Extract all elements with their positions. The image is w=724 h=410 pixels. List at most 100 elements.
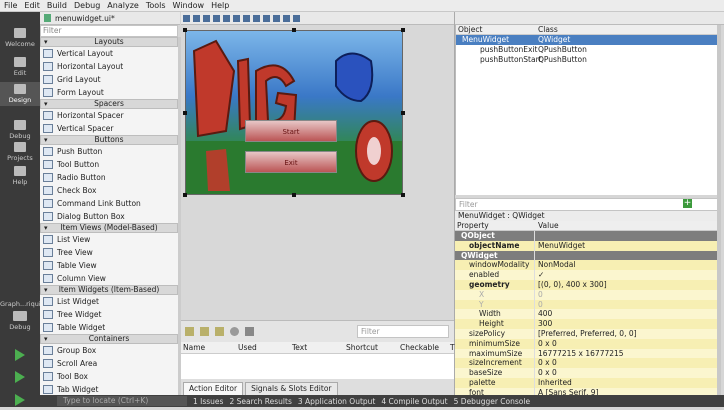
- menu-analyze[interactable]: Analyze: [107, 1, 139, 10]
- widget-category[interactable]: Item Widgets (Item-Based): [40, 285, 178, 295]
- mode-welcome[interactable]: Welcome: [0, 26, 40, 50]
- property-section[interactable]: QObject: [455, 231, 719, 241]
- widget-item[interactable]: Radio Button: [40, 171, 178, 184]
- widget-item[interactable]: Column View: [40, 272, 178, 285]
- property-row[interactable]: sizePolicy [Preferred, Preferred, 0, 0]: [455, 328, 719, 339]
- property-row[interactable]: Y0: [455, 299, 719, 310]
- edit-signals-icon[interactable]: [193, 14, 200, 22]
- widget-item[interactable]: Tab Widget: [40, 383, 178, 395]
- configure-icon[interactable]: [245, 327, 254, 336]
- column-header[interactable]: Name: [181, 343, 236, 352]
- property-value[interactable]: MenuWidget: [535, 241, 719, 251]
- tab-signals-slots[interactable]: Signals & Slots Editor: [245, 382, 338, 395]
- widget-item[interactable]: List Widget: [40, 295, 178, 308]
- property-value[interactable]: Inherited: [535, 378, 719, 388]
- layout-horizontal-icon[interactable]: [223, 14, 230, 22]
- property-value[interactable]: 0 x 0: [535, 358, 719, 368]
- property-value[interactable]: [Preferred, Preferred, 0, 0]: [535, 329, 719, 339]
- widget-item[interactable]: Vertical Layout: [40, 47, 178, 60]
- adjust-size-icon[interactable]: [293, 14, 300, 22]
- widget-category[interactable]: Containers: [40, 334, 178, 344]
- property-value[interactable]: NonModal: [535, 260, 719, 270]
- widget-category[interactable]: Spacers: [40, 99, 178, 109]
- target-selector[interactable]: Graph...riqui Debug: [0, 300, 41, 331]
- paste-action-icon[interactable]: [215, 327, 224, 336]
- property-row[interactable]: X0: [455, 289, 719, 300]
- mode-edit[interactable]: Edit: [0, 55, 40, 79]
- property-value[interactable]: [535, 251, 719, 261]
- action-table[interactable]: [181, 354, 454, 379]
- push-button-exit[interactable]: Exit: [245, 151, 337, 173]
- mode-projects[interactable]: Projects: [0, 140, 40, 164]
- object-tree-row[interactable]: pushButtonExit QPushButton: [456, 45, 719, 55]
- locator-input[interactable]: Type to locate (Ctrl+K): [57, 396, 187, 406]
- property-value[interactable]: 400: [535, 309, 719, 319]
- widget-item[interactable]: Check Box: [40, 184, 178, 197]
- widget-category[interactable]: Buttons: [40, 135, 178, 145]
- property-value[interactable]: 0: [535, 290, 719, 300]
- widget-item[interactable]: Vertical Spacer: [40, 122, 178, 135]
- run-icon[interactable]: [0, 347, 40, 365]
- edit-widgets-icon[interactable]: [183, 14, 190, 22]
- property-row[interactable]: font A [Sans Serif, 9]: [455, 387, 719, 395]
- layout-vertical-icon[interactable]: [233, 14, 240, 22]
- resize-handle[interactable]: [401, 193, 405, 197]
- widget-item[interactable]: Horizontal Spacer: [40, 109, 178, 122]
- open-file-label[interactable]: menuwidget.ui*: [55, 14, 115, 23]
- property-scrollbar[interactable]: [717, 25, 721, 395]
- widget-filter-input[interactable]: Filter: [40, 25, 178, 37]
- object-tree-row[interactable]: MenuWidget QWidget: [456, 35, 719, 45]
- push-button-start[interactable]: Start: [245, 120, 337, 142]
- delete-action-icon[interactable]: [230, 327, 239, 336]
- column-header[interactable]: Checkable: [398, 343, 448, 352]
- property-value[interactable]: ✓: [535, 270, 719, 280]
- column-header[interactable]: Used: [236, 343, 290, 352]
- widget-item[interactable]: Tool Button: [40, 158, 178, 171]
- widget-item[interactable]: Group Box: [40, 344, 178, 357]
- widget-item[interactable]: Dialog Button Box: [40, 210, 178, 223]
- property-value[interactable]: 300: [535, 319, 719, 329]
- property-value[interactable]: A [Sans Serif, 9]: [535, 388, 719, 395]
- widget-item[interactable]: Scroll Area: [40, 357, 178, 370]
- action-filter-input[interactable]: Filter: [357, 325, 449, 338]
- property-value[interactable]: [535, 231, 719, 241]
- widget-item[interactable]: Tool Box: [40, 370, 178, 383]
- resize-handle[interactable]: [292, 193, 296, 197]
- column-header[interactable]: T: [448, 343, 455, 352]
- widget-item[interactable]: Horizontal Layout: [40, 60, 178, 73]
- debug-run-icon[interactable]: [0, 369, 40, 387]
- edit-tab-order-icon[interactable]: [213, 14, 220, 22]
- output-pane-button[interactable]: 3 Application Output: [298, 397, 376, 406]
- tab-action-editor[interactable]: Action Editor: [183, 382, 244, 395]
- menu-help[interactable]: Help: [211, 1, 229, 10]
- output-pane-button[interactable]: 1 Issues: [193, 397, 223, 406]
- edit-buddies-icon[interactable]: [203, 14, 210, 22]
- menu-debug[interactable]: Debug: [74, 1, 100, 10]
- widget-item[interactable]: Tree View: [40, 246, 178, 259]
- widget-category[interactable]: Layouts: [40, 37, 178, 47]
- mode-help[interactable]: Help: [0, 164, 40, 188]
- resize-handle[interactable]: [292, 28, 296, 32]
- property-value[interactable]: [(0, 0), 400 x 300]: [535, 280, 719, 290]
- layout-split-h-icon[interactable]: [243, 14, 250, 22]
- menu-tools[interactable]: Tools: [146, 1, 166, 10]
- property-filter-input[interactable]: Filter: [455, 198, 719, 211]
- object-tree-row[interactable]: pushButtonStart QPushButton: [456, 55, 719, 65]
- property-section[interactable]: QWidget: [455, 250, 719, 261]
- resize-handle[interactable]: [401, 28, 405, 32]
- break-layout-icon[interactable]: [283, 14, 290, 22]
- output-pane-button[interactable]: 5 Debugger Console: [454, 397, 530, 406]
- property-value[interactable]: 0 x 0: [535, 368, 719, 378]
- menu-window[interactable]: Window: [173, 1, 205, 10]
- copy-action-icon[interactable]: [200, 327, 209, 336]
- resize-handle[interactable]: [183, 193, 187, 197]
- property-value[interactable]: 16777215 x 16777215: [535, 349, 719, 359]
- new-action-icon[interactable]: [185, 327, 194, 336]
- widget-item[interactable]: Table Widget: [40, 321, 178, 334]
- widget-item[interactable]: Grid Layout: [40, 73, 178, 86]
- property-row[interactable]: Width 400: [455, 309, 719, 320]
- widget-item[interactable]: Tree Widget: [40, 308, 178, 321]
- property-row[interactable]: maximumSize 16777215 x 16777215: [455, 348, 719, 359]
- mode-design[interactable]: Design: [0, 82, 40, 106]
- property-row[interactable]: geometry [(0, 0), 400 x 300]: [455, 279, 719, 290]
